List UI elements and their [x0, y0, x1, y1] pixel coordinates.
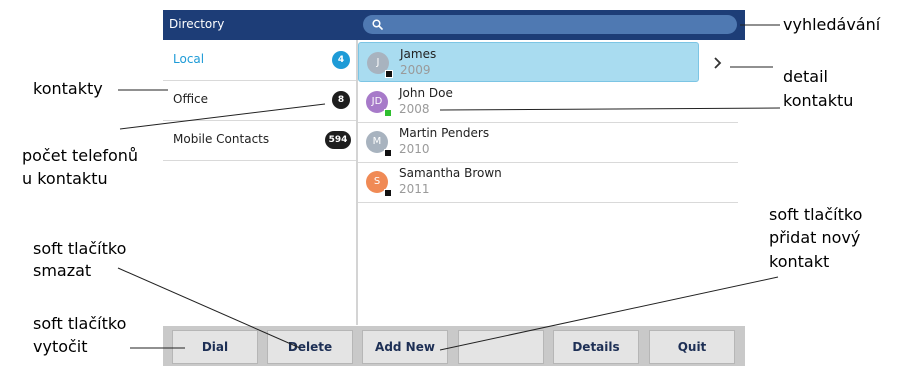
count-badge: 4	[332, 51, 350, 69]
presence-indicator	[384, 189, 392, 197]
contact-name: Martin Penders	[399, 126, 490, 140]
contact-number: 2008	[399, 102, 430, 116]
contact-row[interactable]: J James 2009	[358, 42, 722, 82]
dial-button[interactable]: Dial	[172, 330, 258, 364]
sidebar-item-label: Office	[173, 92, 209, 106]
contact-number: 2009	[400, 63, 431, 77]
page-title: Directory	[169, 17, 225, 31]
directory-header: Directory	[163, 10, 745, 40]
annotation-detail-2: kontaktu	[783, 91, 854, 110]
annotation-delete-2: smazat	[33, 261, 92, 280]
category-sidebar: Local 4 Office 8 Mobile Contacts 594	[163, 40, 358, 325]
search-icon	[372, 19, 383, 30]
quit-button[interactable]: Quit	[649, 330, 735, 364]
phone-screen: Directory Local 4 Office 8 Mobile Contac…	[163, 10, 745, 366]
annotation-dial-1: soft tlačítko	[33, 314, 127, 333]
contact-name: James	[400, 47, 437, 61]
sidebar-item-label: Local	[173, 52, 205, 66]
sidebar-item-local[interactable]: Local 4	[163, 40, 356, 81]
annotation-search: vyhledávání	[783, 15, 881, 34]
count-badge: 594	[325, 131, 351, 149]
annotation-count-2: u kontaktu	[22, 169, 108, 188]
chevron-right-icon[interactable]	[711, 56, 725, 70]
annotation-addnew-3: kontakt	[769, 252, 830, 271]
details-button[interactable]: Details	[553, 330, 639, 364]
annotation-addnew-2: přidat nový	[769, 228, 861, 247]
presence-indicator	[385, 70, 393, 78]
search-field[interactable]	[363, 15, 737, 34]
annotation-dial-2: vytočit	[33, 337, 88, 356]
count-badge: 8	[332, 91, 350, 109]
sidebar-item-label: Mobile Contacts	[173, 132, 270, 146]
softkey-bar: Dial Delete Add New Details Quit	[163, 326, 745, 366]
contact-number: 2010	[399, 142, 430, 156]
annotation-contacts: kontakty	[33, 79, 103, 98]
contact-row[interactable]: JD John Doe 2008	[358, 82, 738, 123]
presence-indicator	[384, 109, 392, 117]
contact-row[interactable]: M Martin Penders 2010	[358, 122, 738, 163]
annotation-count-1: počet telefonů	[22, 146, 139, 165]
annotation-delete-1: soft tlačítko	[33, 239, 127, 258]
add-new-button[interactable]: Add New	[362, 330, 448, 364]
sidebar-item-office[interactable]: Office 8	[163, 80, 356, 121]
sidebar-item-mobile-contacts[interactable]: Mobile Contacts 594	[163, 120, 356, 161]
contact-name: Samantha Brown	[399, 166, 502, 180]
delete-button[interactable]: Delete	[267, 330, 353, 364]
contact-name: John Doe	[399, 86, 453, 100]
empty-softkey[interactable]	[458, 330, 544, 364]
annotation-detail-1: detail	[783, 67, 828, 86]
contact-number: 2011	[399, 182, 430, 196]
contact-row[interactable]: S Samantha Brown 2011	[358, 162, 738, 203]
annotation-addnew-1: soft tlačítko	[769, 205, 863, 224]
presence-indicator	[384, 149, 392, 157]
contact-list: J James 2009 JD John Doe 2008 M Martin P…	[358, 40, 745, 325]
